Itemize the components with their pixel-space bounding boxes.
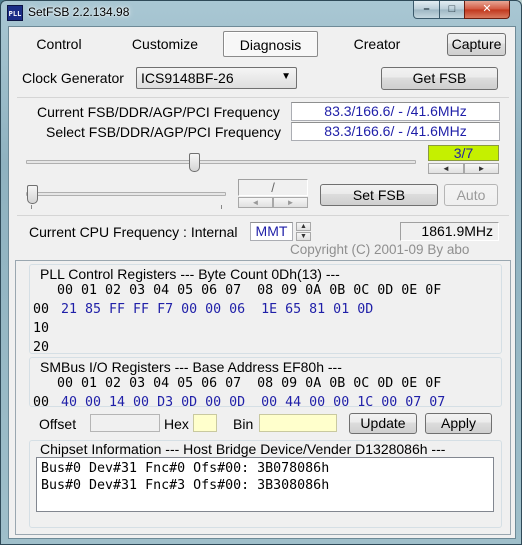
hex-field[interactable]	[193, 414, 217, 432]
window-title: SetFSB 2.2.134.98	[28, 5, 130, 19]
cpu-mode-value[interactable]: MMT	[250, 222, 293, 241]
tab-creator[interactable]: Creator	[327, 31, 427, 57]
clock-generator-label: Clock Generator	[22, 70, 124, 86]
pll-row-address: 10	[33, 321, 50, 336]
position-right-arrow-icon[interactable]: ►	[464, 163, 499, 174]
setfsb-window: PLL SetFSB 2.2.134.98 – □ ✕ Control Cust…	[0, 0, 522, 545]
pll-row-address: 20	[33, 340, 50, 355]
cpu-frequency-label: Current CPU Frequency : Internal	[29, 224, 238, 240]
smbus-registers-title: SMBus I/O Registers --- Base Address EF8…	[38, 359, 344, 375]
secondary-slider-track[interactable]	[26, 192, 226, 196]
current-frequency-label: Current FSB/DDR/AGP/PCI Frequency	[37, 104, 280, 120]
chipset-info-list[interactable]: Bus#0 Dev#31 Fnc#0 Ofs#00: 3B078086h Bus…	[36, 457, 494, 512]
pll-header-row: 00 01 02 03 04 05 06 07 08 09 0A 0B 0C 0…	[33, 283, 442, 298]
tab-customize[interactable]: Customize	[115, 31, 215, 57]
slider-tick	[221, 205, 222, 209]
smbus-row-values: 40 00 14 00 D3 0D 00 0D 00 44 00 00 1C 0…	[61, 395, 446, 410]
secondary-right-arrow-icon[interactable]: ►	[273, 197, 308, 208]
mode-up-arrow-icon[interactable]: ▲	[296, 222, 311, 231]
title-bar[interactable]: PLL SetFSB 2.2.134.98 – □ ✕	[1, 1, 521, 25]
divider	[17, 97, 509, 98]
minimize-button[interactable]: –	[413, 1, 440, 19]
position-left-arrow-icon[interactable]: ◄	[428, 163, 464, 174]
set-fsb-button[interactable]: Set FSB	[320, 184, 438, 206]
offset-label: Offset	[39, 416, 77, 432]
secondary-left-arrow-icon[interactable]: ◄	[238, 197, 273, 208]
smbus-row-address: 00	[33, 395, 50, 410]
select-frequency-label: Select FSB/DDR/AGP/PCI Frequency	[46, 124, 281, 140]
client-area: Control Customize Diagnosis Creator Capt…	[8, 26, 516, 539]
chevron-down-icon: ▼	[281, 71, 291, 82]
smbus-header-row: 00 01 02 03 04 05 06 07 08 09 0A 0B 0C 0…	[33, 376, 442, 391]
offset-field[interactable]	[90, 414, 160, 432]
maximize-button[interactable]: □	[439, 1, 465, 19]
secondary-readout: /	[238, 179, 308, 196]
hex-label: Hex	[164, 416, 189, 432]
divider	[17, 215, 509, 216]
app-icon: PLL	[7, 5, 23, 21]
chipset-info-title: Chipset Information --- Host Bridge Devi…	[38, 441, 448, 457]
pll-row-address: 00	[33, 302, 50, 317]
clock-generator-select[interactable]: ICS9148BF-26 ▼	[136, 67, 297, 89]
apply-button[interactable]: Apply	[425, 413, 492, 434]
fsb-slider-thumb[interactable]	[188, 153, 200, 172]
bin-label: Bin	[233, 416, 254, 432]
secondary-slider-thumb[interactable]	[27, 185, 38, 204]
bin-field[interactable]	[259, 414, 337, 432]
close-button[interactable]: ✕	[464, 1, 510, 19]
update-button[interactable]: Update	[349, 413, 417, 434]
capture-button[interactable]: Capture	[447, 33, 506, 56]
list-item: Bus#0 Dev#31 Fnc#0 Ofs#00: 3B078086h	[41, 461, 330, 476]
pll-row-values: 21 85 FF FF F7 00 00 06 1E 65 81 01 0D	[61, 302, 374, 317]
tab-control[interactable]: Control	[15, 31, 103, 57]
auto-button[interactable]: Auto	[444, 184, 498, 206]
cpu-frequency-value: 1861.9MHz	[400, 222, 499, 241]
fsb-slider-track[interactable]	[26, 160, 416, 164]
diagnostics-panel: PLL Control Registers --- Byte Count 0Dh…	[15, 260, 511, 535]
fsb-position-readout: 3/7	[428, 145, 499, 161]
get-fsb-button[interactable]: Get FSB	[381, 67, 498, 90]
select-frequency-value: 83.3/166.6/ - /41.6MHz	[291, 122, 500, 141]
current-frequency-value: 83.3/166.6/ - /41.6MHz	[291, 102, 500, 121]
pll-registers-title: PLL Control Registers --- Byte Count 0Dh…	[38, 266, 342, 282]
copyright-text: Copyright (C) 2001-09 By abo	[290, 242, 470, 257]
tab-diagnosis[interactable]: Diagnosis	[223, 31, 318, 57]
slider-tick	[31, 205, 32, 209]
list-item: Bus#0 Dev#31 Fnc#3 Ofs#00: 3B308086h	[41, 478, 330, 493]
clock-generator-value: ICS9148BF-26	[141, 70, 234, 86]
mode-down-arrow-icon[interactable]: ▼	[296, 232, 311, 241]
